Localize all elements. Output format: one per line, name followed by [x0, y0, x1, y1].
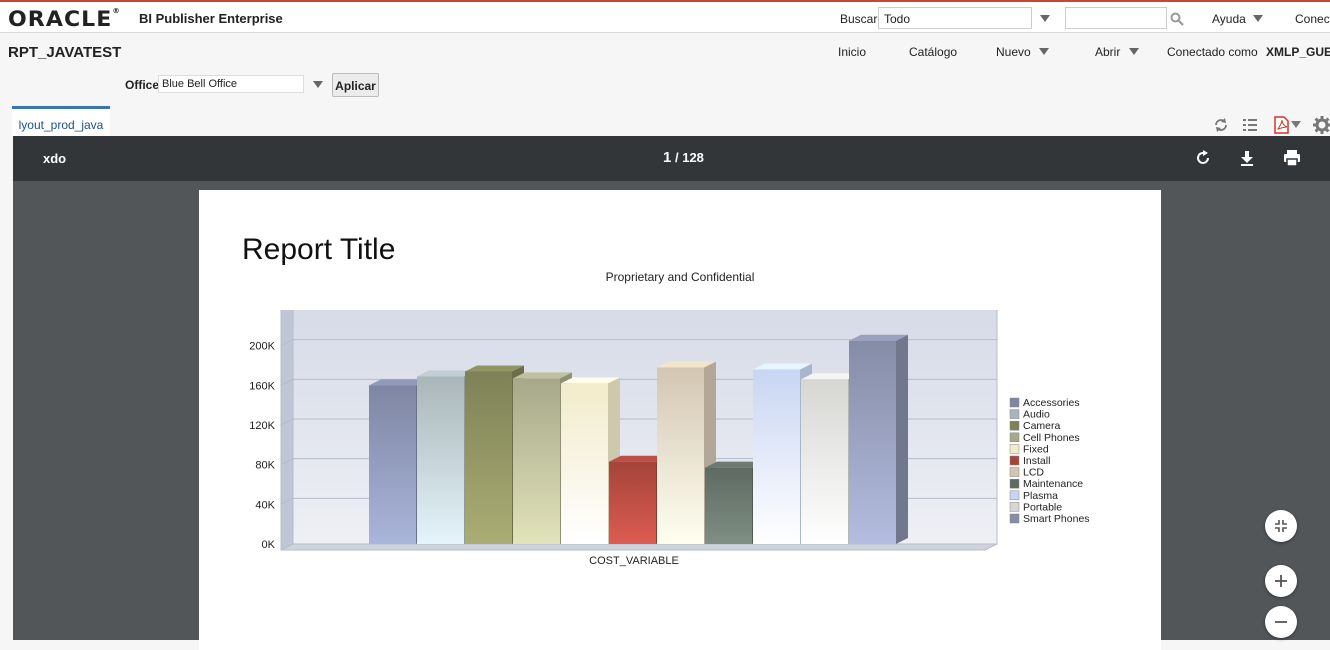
connected-as-label: Conectado como	[1167, 45, 1258, 59]
bar	[753, 369, 800, 544]
search-scope-select[interactable]: Todo	[878, 7, 1032, 29]
connect-link[interactable]: Conect	[1295, 12, 1330, 26]
y-tick-label: 0K	[262, 539, 276, 551]
legend-swatch	[1009, 478, 1020, 489]
bar	[801, 379, 848, 544]
bar	[369, 385, 416, 544]
page-counter: 1 / 128	[663, 149, 704, 166]
legend-swatch	[1009, 397, 1020, 408]
zoom-in-button[interactable]	[1265, 565, 1297, 597]
help-menu[interactable]: Ayuda	[1212, 12, 1246, 26]
bar	[513, 378, 560, 544]
office-select[interactable]: Blue Bell Office	[158, 75, 304, 93]
bar	[657, 367, 704, 544]
bar	[849, 340, 896, 544]
bar-chart: Chart Title0K40K80K120K160K200K240KCOST_…	[249, 310, 1090, 567]
legend-label: Maintenance	[1023, 478, 1083, 490]
logo-text: ORACLE	[8, 7, 113, 31]
legend-label: Camera	[1023, 420, 1061, 432]
nav-catalog[interactable]: Catálogo	[909, 45, 957, 59]
legend-label: Audio	[1023, 409, 1050, 421]
search-icon[interactable]	[1170, 12, 1184, 26]
nav-new-chevron-down-icon[interactable]	[1039, 48, 1049, 55]
rotate-icon[interactable]	[1193, 148, 1213, 168]
document-name: xdo	[43, 151, 67, 166]
legend-label: Accessories	[1023, 397, 1080, 409]
nav-new[interactable]: Nuevo	[996, 45, 1031, 59]
y-tick-label: 80K	[255, 460, 275, 472]
logo-registered-mark: ®	[112, 7, 121, 15]
bar	[561, 383, 608, 544]
legend-label: LCD	[1023, 467, 1044, 479]
legend-swatch	[1009, 444, 1020, 454]
bar	[465, 371, 512, 544]
total-pages: 128	[682, 150, 704, 165]
x-axis-label: COST_VARIABLE	[589, 555, 679, 567]
user-name[interactable]: XMLP_GUEST	[1266, 45, 1330, 59]
apply-button[interactable]: Aplicar	[332, 73, 379, 97]
legend-label: Smart Phones	[1023, 513, 1090, 525]
bar-side	[896, 334, 908, 544]
nav-home[interactable]: Inicio	[838, 45, 866, 59]
legend-swatch	[1009, 502, 1020, 512]
legend-swatch	[1009, 432, 1020, 443]
product-name: BI Publisher Enterprise	[139, 11, 283, 26]
legend-swatch	[1009, 513, 1020, 524]
fit-page-icon	[1275, 520, 1287, 532]
print-icon[interactable]	[1282, 148, 1302, 168]
office-chevron-down-icon[interactable]	[313, 81, 323, 88]
nav-open-chevron-down-icon[interactable]	[1129, 48, 1139, 55]
y-tick-label: 240K	[249, 310, 275, 313]
oracle-logo[interactable]: ORACLE®	[8, 7, 121, 31]
legend-swatch	[1009, 490, 1020, 501]
legend-label: Cell Phones	[1023, 432, 1080, 444]
fit-page-button[interactable]	[1265, 510, 1297, 542]
help-chevron-down-icon[interactable]	[1253, 15, 1263, 22]
top-bar: ORACLE® BI Publisher Enterprise Buscar T…	[0, 0, 1330, 33]
legend-swatch	[1009, 420, 1020, 431]
nav-open[interactable]: Abrir	[1095, 45, 1120, 59]
current-page[interactable]: 1	[663, 149, 671, 166]
zoom-out-button[interactable]	[1265, 606, 1297, 638]
search-scope-chevron-down-icon[interactable]	[1040, 15, 1050, 22]
page-separator: /	[674, 150, 679, 165]
bar	[417, 376, 464, 544]
legend-label: Install	[1023, 455, 1050, 467]
pdf-viewer-toolbar: xdo 1 / 128	[13, 136, 1330, 181]
legend-label: Portable	[1023, 501, 1062, 513]
pdf-icon[interactable]	[1274, 116, 1290, 134]
legend-swatch	[1009, 409, 1020, 419]
bar	[609, 461, 656, 544]
report-name: RPT_JAVATEST	[8, 44, 122, 61]
y-tick-label: 160K	[249, 380, 275, 392]
pdf-page: Report Title Proprietary and Confidentia…	[199, 190, 1161, 650]
refresh-icon[interactable]	[1213, 117, 1229, 133]
minus-icon	[1275, 621, 1287, 623]
list-icon[interactable]	[1242, 117, 1258, 133]
y-tick-label: 40K	[255, 499, 275, 511]
bar	[705, 467, 752, 544]
legend-label: Fixed	[1023, 443, 1049, 455]
pdf-viewer[interactable]: xdo 1 / 128 Report Title Proprietary and…	[13, 136, 1330, 650]
chart-floor	[280, 543, 998, 551]
y-tick-label: 200K	[249, 341, 275, 353]
gear-icon[interactable]	[1313, 116, 1330, 134]
report-title: Report Title	[242, 233, 396, 266]
tab-layout[interactable]: lyout_prod_java	[12, 106, 110, 136]
legend-swatch	[1009, 455, 1020, 466]
y-tick-label: 120K	[249, 420, 275, 432]
legend-label: Plasma	[1023, 490, 1058, 502]
search-input[interactable]	[1065, 7, 1167, 29]
legend-swatch	[1009, 467, 1020, 477]
pdf-chevron-down-icon[interactable]	[1291, 121, 1301, 128]
office-label: Office	[125, 78, 160, 92]
plus-icon	[1275, 575, 1287, 587]
search-label: Buscar	[840, 12, 878, 26]
report-subtitle: Proprietary and Confidential	[605, 270, 755, 284]
download-icon[interactable]	[1237, 148, 1257, 168]
chart-side-wall	[280, 310, 294, 551]
